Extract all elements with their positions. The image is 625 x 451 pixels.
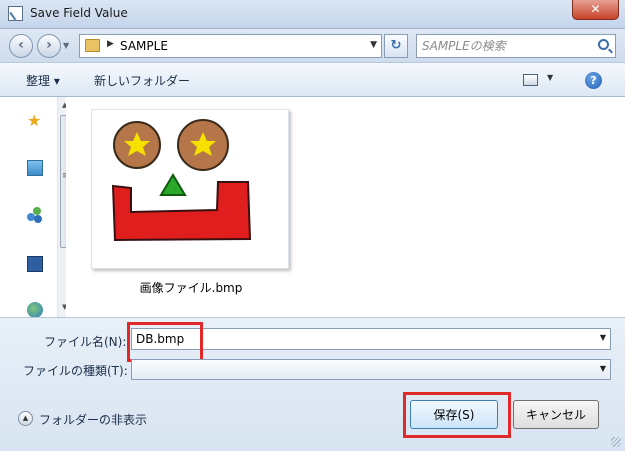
organize-menu[interactable]: 整理 ▾ bbox=[26, 72, 60, 89]
back-button[interactable]: ‹ bbox=[9, 34, 33, 58]
breadcrumb-arrow-icon[interactable]: ▶ bbox=[107, 39, 114, 49]
recent-pages-dropdown-icon[interactable]: ▼ bbox=[63, 41, 69, 50]
address-dropdown-icon[interactable]: ▼ bbox=[370, 40, 377, 50]
file-list-pane: 画像ファイル.bmp bbox=[66, 97, 625, 317]
filename-combobox[interactable]: ▼ bbox=[131, 328, 611, 350]
filename-dropdown-icon[interactable]: ▼ bbox=[600, 333, 606, 342]
save-options-panel: ファイル名(N): ▼ ファイルの種類(T): ▼ ▲ フォルダーの非表示 保存… bbox=[0, 317, 625, 451]
search-box[interactable] bbox=[416, 34, 616, 58]
homegroup-icon[interactable] bbox=[27, 207, 43, 223]
window-title: Save Field Value bbox=[30, 6, 128, 20]
view-icon[interactable] bbox=[523, 74, 538, 86]
collapse-arrow-icon[interactable]: ▲ bbox=[18, 411, 33, 426]
filename-input[interactable] bbox=[136, 331, 586, 347]
search-input[interactable] bbox=[422, 38, 590, 54]
address-bar[interactable]: ▶ SAMPLE ▼ bbox=[79, 34, 382, 58]
cancel-button[interactable]: キャンセル bbox=[513, 400, 599, 429]
file-item-thumbnail[interactable] bbox=[91, 109, 289, 269]
new-folder-button[interactable]: 新しいフォルダー bbox=[94, 72, 190, 89]
filename-label: ファイル名(N): bbox=[44, 335, 127, 349]
network-icon[interactable] bbox=[27, 302, 43, 318]
help-icon[interactable]: ? bbox=[585, 72, 602, 89]
save-button[interactable]: 保存(S) bbox=[410, 400, 498, 429]
app-icon bbox=[8, 6, 23, 21]
title-bar: Save Field Value ✕ bbox=[0, 0, 625, 29]
navigation-pane: ★ ▲ ▼ bbox=[9, 97, 74, 318]
forward-button[interactable]: › bbox=[37, 34, 61, 58]
libraries-icon[interactable] bbox=[27, 160, 43, 176]
folder-icon bbox=[85, 39, 100, 52]
command-toolbar: 整理 ▾ 新しいフォルダー ▼ ? bbox=[0, 62, 625, 97]
image-thumbnail bbox=[111, 119, 252, 242]
view-dropdown-icon[interactable]: ▼ bbox=[547, 73, 553, 82]
filename-highlight bbox=[127, 322, 203, 362]
filetype-select[interactable]: ▼ bbox=[131, 359, 611, 380]
breadcrumb-folder[interactable]: SAMPLE bbox=[120, 39, 168, 53]
refresh-button[interactable]: ↻ bbox=[384, 34, 408, 58]
resize-grip-icon[interactable] bbox=[611, 437, 621, 447]
search-icon[interactable] bbox=[598, 39, 609, 50]
file-item-label[interactable]: 画像ファイル.bmp bbox=[66, 279, 316, 296]
hide-folders-label[interactable]: フォルダーの非表示 bbox=[39, 411, 147, 428]
nose-shape bbox=[159, 173, 187, 196]
filetype-label: ファイルの種類(T): bbox=[23, 364, 128, 378]
favorites-star-icon[interactable]: ★ bbox=[27, 113, 43, 129]
close-button[interactable]: ✕ bbox=[572, 0, 619, 20]
address-bar-row: ‹ › ▼ ▶ SAMPLE ▼ ↻ bbox=[0, 29, 625, 62]
filetype-dropdown-icon[interactable]: ▼ bbox=[600, 364, 606, 373]
computer-icon[interactable] bbox=[27, 256, 43, 272]
